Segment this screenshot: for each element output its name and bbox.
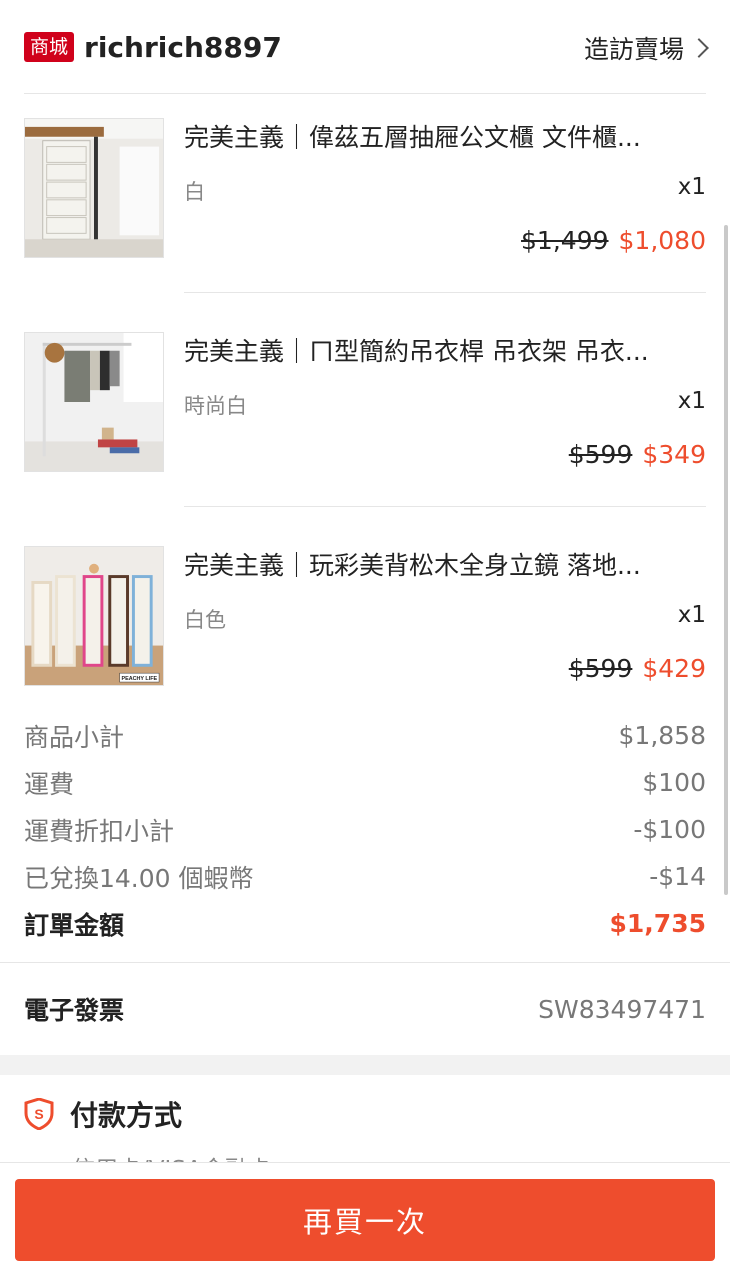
item-variant: 時尚白 (184, 394, 247, 418)
item-prices: $599 $429 (569, 654, 706, 683)
svg-text:S: S (34, 1106, 43, 1122)
sale-price: $349 (642, 440, 706, 469)
sale-price: $429 (642, 654, 706, 683)
invoice-row[interactable]: 電子發票 SW83497471 (24, 986, 706, 1032)
shipping-row: 運費 $100 (24, 759, 706, 806)
shipping-discount-value: -$100 (633, 815, 706, 844)
order-summary: 商品小計 $1,858 運費 $100 運費折扣小計 -$100 已兌換14.0… (24, 712, 706, 947)
original-price: $599 (568, 654, 633, 683)
item-quantity: x1 (677, 388, 706, 414)
item-prices: $599 $349 (569, 440, 706, 469)
divider (24, 93, 706, 94)
mall-badge: 商城 (24, 32, 75, 62)
item-title[interactable]: 完美主義｜ㄇ型簡約吊衣桿 吊衣架 吊衣... (184, 332, 704, 368)
order-total-row: 訂單金額 $1,735 (24, 900, 706, 947)
divider (184, 506, 706, 507)
shipping-label: 運費 (24, 769, 75, 799)
sale-price: $1,080 (618, 226, 706, 255)
scrollbar[interactable] (724, 225, 728, 895)
invoice-label: 電子發票 (24, 996, 125, 1025)
order-item[interactable]: 完美主義｜偉茲五層抽屜公文櫃 文件櫃... 白 x1 $1,499 $1,080 (0, 100, 730, 314)
original-price: $1,499 (521, 226, 609, 255)
item-prices: $1,499 $1,080 (521, 226, 706, 255)
coins-value: -$14 (649, 862, 706, 891)
payment-title: 付款方式 (70, 1099, 183, 1132)
subtotal-label: 商品小計 (24, 722, 125, 752)
order-total-label: 訂單金額 (24, 910, 125, 940)
order-item[interactable]: PEACHY LIFE 完美主義｜玩彩美背松木全身立鏡 落地... 白色 x1 … (0, 528, 730, 742)
shop-name[interactable]: richrich8897 (84, 31, 282, 64)
shipping-discount-label: 運費折扣小計 (24, 816, 175, 846)
invoice-number: SW83497471 (538, 994, 706, 1024)
section-separator (0, 1055, 730, 1075)
order-total-value: $1,735 (609, 909, 706, 938)
visit-shop-link[interactable]: 造訪賣場 (583, 30, 709, 66)
visit-shop-label: 造訪賣場 (583, 35, 684, 64)
shield-icon: S (24, 1098, 54, 1130)
order-item[interactable]: 完美主義｜ㄇ型簡約吊衣桿 吊衣架 吊衣... 時尚白 x1 $599 $349 (0, 314, 730, 528)
payment-section: S 付款方式 (24, 1090, 706, 1138)
standing-mirror-image[interactable]: PEACHY LIFE (24, 546, 164, 686)
subtotal-value: $1,858 (618, 721, 706, 750)
item-quantity: x1 (677, 602, 706, 628)
original-price: $599 (568, 440, 633, 469)
brand-logo: PEACHY LIFE (122, 676, 158, 682)
item-variant: 白 (184, 180, 205, 204)
drawer-cabinet-image[interactable] (24, 118, 164, 258)
divider (184, 292, 706, 293)
clothes-rack-image[interactable] (24, 332, 164, 472)
item-variant: 白色 (184, 608, 226, 632)
chevron-right-icon (689, 38, 709, 58)
coins-label: 已兌換14.00 個蝦幣 (24, 863, 254, 893)
shipping-discount-row: 運費折扣小計 -$100 (24, 806, 706, 853)
shipping-value: $100 (642, 768, 706, 797)
item-title[interactable]: 完美主義｜玩彩美背松木全身立鏡 落地... (184, 546, 704, 582)
bottom-action-bar: 再買一次 (0, 1162, 730, 1280)
coins-row: 已兌換14.00 個蝦幣 -$14 (24, 853, 706, 900)
buy-again-button[interactable]: 再買一次 (15, 1179, 715, 1261)
subtotal-row: 商品小計 $1,858 (24, 712, 706, 759)
item-quantity: x1 (677, 174, 706, 200)
divider (0, 962, 730, 963)
item-title[interactable]: 完美主義｜偉茲五層抽屜公文櫃 文件櫃... (184, 118, 704, 154)
